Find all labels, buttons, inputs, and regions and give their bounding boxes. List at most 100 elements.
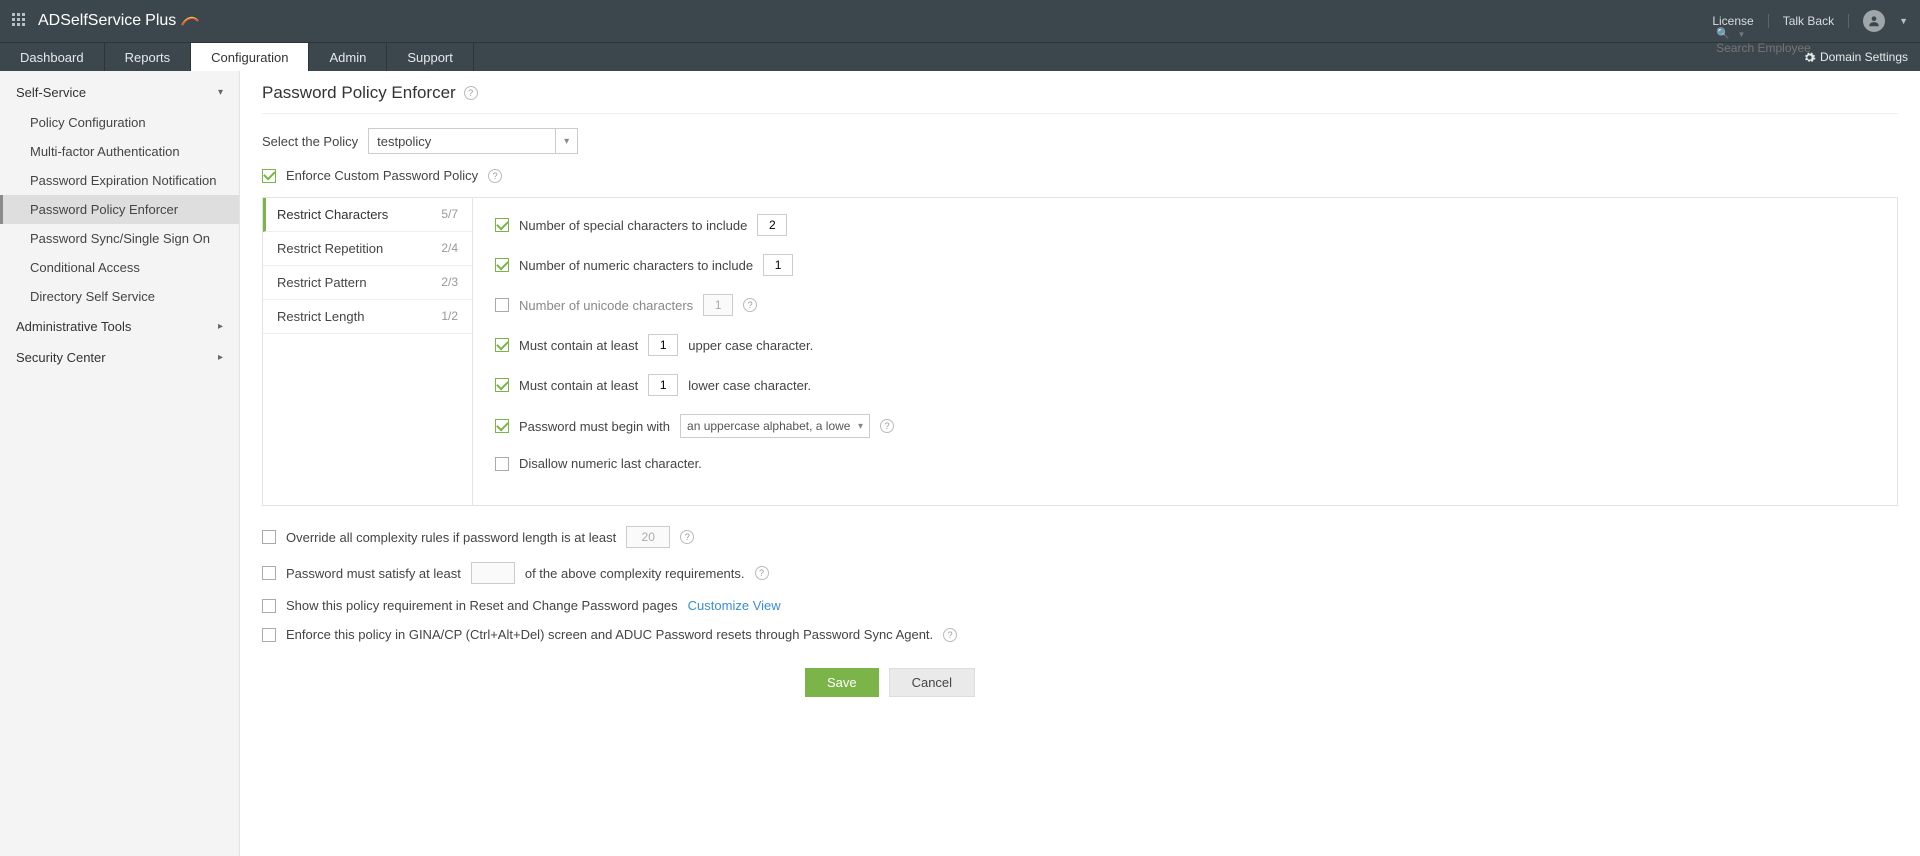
disallow-numeric-last-checkbox[interactable] — [495, 457, 509, 471]
numeric-chars-label: Number of numeric characters to include — [519, 258, 753, 273]
policy-select-value: testpolicy — [377, 134, 431, 149]
rule-tab-label: Restrict Length — [277, 309, 364, 324]
rule-tab-label: Restrict Repetition — [277, 241, 383, 256]
rule-tab-count: 2/4 — [441, 241, 458, 256]
customize-view-link[interactable]: Customize View — [688, 598, 781, 613]
help-icon[interactable]: ? — [880, 419, 894, 433]
sidebar-item-policy-configuration[interactable]: Policy Configuration — [0, 108, 239, 137]
rule-tab-label: Restrict Pattern — [277, 275, 367, 290]
apps-grid-icon[interactable] — [12, 13, 28, 29]
rule-tab-restrict-repetition[interactable]: Restrict Repetition 2/4 — [263, 232, 472, 266]
rule-tab-restrict-length[interactable]: Restrict Length 1/2 — [263, 300, 472, 334]
enforce-checkbox[interactable] — [262, 169, 276, 183]
rules-tabs: Restrict Characters 5/7 Restrict Repetit… — [263, 198, 473, 505]
chevron-down-icon[interactable]: ▼ — [1737, 30, 1745, 39]
rules-panel: Restrict Characters 5/7 Restrict Repetit… — [262, 197, 1898, 506]
rule-tab-restrict-characters[interactable]: Restrict Characters 5/7 — [263, 198, 472, 232]
save-button[interactable]: Save — [805, 668, 879, 697]
sidebar-item-password-policy-enforcer[interactable]: Password Policy Enforcer — [0, 195, 239, 224]
sidebar-item-mfa[interactable]: Multi-factor Authentication — [0, 137, 239, 166]
select-policy-label: Select the Policy — [262, 134, 358, 149]
sidebar-item-password-sync[interactable]: Password Sync/Single Sign On — [0, 224, 239, 253]
sidebar: Self-Service ▾ Policy Configuration Mult… — [0, 71, 240, 856]
help-icon[interactable]: ? — [488, 169, 502, 183]
search-employee-box[interactable]: 🔍 ▼ — [1716, 25, 1908, 55]
sidebar-item-conditional-access[interactable]: Conditional Access — [0, 253, 239, 282]
uppercase-checkbox[interactable] — [495, 338, 509, 352]
numeric-chars-input[interactable] — [763, 254, 793, 276]
disallow-numeric-last-label: Disallow numeric last character. — [519, 456, 702, 471]
tab-admin[interactable]: Admin — [309, 43, 387, 71]
tab-support[interactable]: Support — [387, 43, 474, 71]
satisfy-checkbox[interactable] — [262, 566, 276, 580]
tab-reports[interactable]: Reports — [105, 43, 192, 71]
special-chars-input[interactable] — [757, 214, 787, 236]
show-policy-label: Show this policy requirement in Reset an… — [286, 598, 678, 613]
cancel-button[interactable]: Cancel — [889, 668, 975, 697]
rule-tab-count: 5/7 — [441, 207, 458, 222]
tab-dashboard[interactable]: Dashboard — [0, 43, 105, 71]
show-policy-checkbox[interactable] — [262, 599, 276, 613]
unicode-chars-label: Number of unicode characters — [519, 298, 693, 313]
rule-tab-count: 1/2 — [441, 309, 458, 324]
tab-configuration[interactable]: Configuration — [191, 43, 309, 71]
brand-suffix: Plus — [145, 12, 176, 30]
policy-select[interactable]: testpolicy ▾ — [368, 128, 578, 154]
uppercase-input[interactable] — [648, 334, 678, 356]
topbar: ADSelfService Plus License Talk Back ▼ — [0, 0, 1920, 42]
uppercase-label-post: upper case character. — [688, 338, 813, 353]
lowercase-label-post: lower case character. — [688, 378, 811, 393]
special-chars-checkbox[interactable] — [495, 218, 509, 232]
sidebar-item-password-expiration[interactable]: Password Expiration Notification — [0, 166, 239, 195]
sidebar-section-admin-tools[interactable]: Administrative Tools ▸ — [0, 311, 239, 342]
search-input[interactable] — [1716, 41, 1908, 55]
satisfy-label-pre: Password must satisfy at least — [286, 566, 461, 581]
page-title: Password Policy Enforcer ? — [262, 83, 1898, 114]
begin-with-value: an uppercase alphabet, a lowe — [687, 419, 850, 433]
override-label: Override all complexity rules if passwor… — [286, 530, 616, 545]
enforce-gina-label: Enforce this policy in GINA/CP (Ctrl+Alt… — [286, 627, 933, 642]
help-icon[interactable]: ? — [743, 298, 757, 312]
help-icon[interactable]: ? — [680, 530, 694, 544]
rule-tab-count: 2/3 — [441, 275, 458, 290]
enforce-label: Enforce Custom Password Policy — [286, 168, 478, 183]
enforce-gina-checkbox[interactable] — [262, 628, 276, 642]
numeric-chars-checkbox[interactable] — [495, 258, 509, 272]
rules-body: Number of special characters to include … — [473, 198, 1897, 505]
uppercase-label-pre: Must contain at least — [519, 338, 638, 353]
sidebar-item-directory-self-service[interactable]: Directory Self Service — [0, 282, 239, 311]
sidebar-section-self-service[interactable]: Self-Service ▾ — [0, 77, 239, 108]
sidebar-section-security-center[interactable]: Security Center ▸ — [0, 342, 239, 373]
begin-with-select[interactable]: an uppercase alphabet, a lowe ▾ — [680, 414, 870, 438]
chevron-down-icon: ▾ — [218, 87, 223, 98]
satisfy-label-post: of the above complexity requirements. — [525, 566, 745, 581]
rule-tab-label: Restrict Characters — [277, 207, 388, 222]
page-title-text: Password Policy Enforcer — [262, 83, 456, 103]
begin-with-checkbox[interactable] — [495, 419, 509, 433]
begin-with-label: Password must begin with — [519, 419, 670, 434]
brand-swoosh-icon — [180, 11, 200, 31]
override-input[interactable] — [626, 526, 670, 548]
sidebar-section-label: Security Center — [16, 350, 106, 365]
override-checkbox[interactable] — [262, 530, 276, 544]
search-icon: 🔍 — [1716, 28, 1730, 40]
satisfy-input[interactable] — [471, 562, 515, 584]
help-icon[interactable]: ? — [943, 628, 957, 642]
unicode-chars-checkbox[interactable] — [495, 298, 509, 312]
chevron-right-icon: ▸ — [218, 321, 223, 332]
rule-tab-restrict-pattern[interactable]: Restrict Pattern 2/3 — [263, 266, 472, 300]
nav-tabs-row: Dashboard Reports Configuration Admin Su… — [0, 42, 1920, 71]
brand-logo: ADSelfService Plus — [38, 11, 200, 31]
sidebar-section-label: Administrative Tools — [16, 319, 131, 334]
main-content: Password Policy Enforcer ? Select the Po… — [240, 71, 1920, 856]
sidebar-section-label: Self-Service — [16, 85, 86, 100]
special-chars-label: Number of special characters to include — [519, 218, 747, 233]
unicode-chars-input[interactable] — [703, 294, 733, 316]
chevron-right-icon: ▸ — [218, 352, 223, 363]
brand-main: ADSelfService — [38, 12, 141, 30]
lowercase-checkbox[interactable] — [495, 378, 509, 392]
lowercase-input[interactable] — [648, 374, 678, 396]
help-icon[interactable]: ? — [464, 86, 478, 100]
chevron-down-icon: ▾ — [858, 421, 863, 432]
help-icon[interactable]: ? — [755, 566, 769, 580]
